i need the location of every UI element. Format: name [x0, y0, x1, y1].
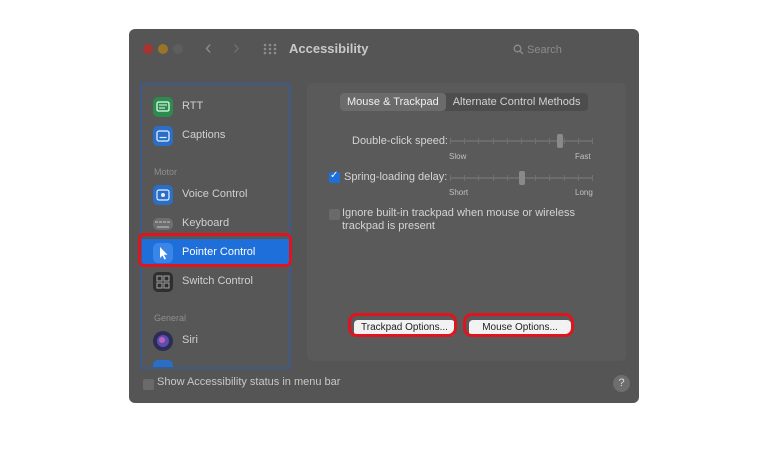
shortcut-icon [153, 360, 173, 367]
trackpad-options-button[interactable]: Trackpad Options... [354, 320, 455, 336]
double-click-min-label: Slow [449, 152, 467, 161]
slider-tick [464, 175, 465, 181]
sidebar-section-general: General [154, 313, 187, 323]
slider-tick [507, 175, 508, 181]
sidebar-item-label: Switch Control [182, 275, 253, 287]
sidebar-item-label: Voice Control [182, 188, 248, 200]
sidebar-item-label: Siri [182, 334, 198, 346]
show-status-label: Show Accessibility status in menu bar [157, 376, 341, 388]
ignore-trackpad-label-line2: trackpad is present [342, 220, 435, 232]
sidebar[interactable]: RTT Captions Motor Voice Control Keyboar… [140, 83, 291, 369]
slider-tick [592, 138, 593, 144]
slider-knob[interactable] [519, 171, 525, 185]
slider-tick [450, 138, 451, 144]
sidebar-item-label: Pointer Control [182, 246, 256, 258]
spring-loading-slider[interactable] [450, 171, 593, 185]
keyboard-icon [153, 218, 173, 230]
spring-loading-min-label: Short [449, 188, 469, 197]
rtt-icon [153, 97, 173, 117]
accessibility-window: ‹ › Accessibility Search RTT Captions Mo… [129, 29, 639, 403]
double-click-max-label: Fast [575, 152, 591, 161]
tab-control[interactable]: Mouse & Trackpad Alternate Control Metho… [340, 93, 588, 111]
window-title: Accessibility [289, 41, 369, 56]
slider-tick [507, 138, 508, 144]
sidebar-item-voice-control[interactable]: Voice Control [142, 181, 289, 209]
close-window-button[interactable] [143, 44, 153, 54]
mouse-options-button[interactable]: Mouse Options... [469, 320, 571, 336]
slider-knob[interactable] [557, 134, 563, 148]
tab-mouse-trackpad[interactable]: Mouse & Trackpad [340, 93, 446, 111]
slider-tick [493, 175, 494, 181]
search-input[interactable] [527, 41, 615, 58]
sidebar-item-label: Captions [182, 129, 226, 141]
search-field[interactable] [509, 40, 619, 59]
spring-loading-max-label: Long [575, 188, 593, 197]
slider-tick [521, 138, 522, 144]
ignore-trackpad-checkbox[interactable] [329, 209, 340, 220]
sidebar-item-siri[interactable]: Siri [142, 327, 289, 355]
slider-tick [535, 175, 536, 181]
slider-tick [549, 138, 550, 144]
tab-alternate-control-methods[interactable]: Alternate Control Methods [446, 93, 588, 111]
search-icon [513, 42, 524, 60]
slider-tick [493, 138, 494, 144]
slider-tick [578, 138, 579, 144]
double-click-speed-slider[interactable] [450, 134, 593, 148]
sidebar-item-keyboard[interactable]: Keyboard [142, 210, 289, 238]
slider-tick [450, 175, 451, 181]
sidebar-item-label: Keyboard [182, 217, 230, 229]
sidebar-item-label: RTT [182, 100, 204, 112]
help-button[interactable]: ? [613, 375, 630, 392]
sidebar-item-switch-control[interactable]: Switch Control [142, 268, 289, 296]
sidebar-item-rtt[interactable]: RTT [142, 93, 289, 121]
title-bar: ‹ › Accessibility [129, 29, 639, 69]
spring-loading-label: Spring-loading delay: [344, 171, 448, 183]
siri-icon [153, 331, 173, 351]
slider-tick [564, 175, 565, 181]
voice-control-icon [153, 185, 173, 205]
zoom-window-button[interactable] [173, 44, 183, 54]
captions-icon [153, 126, 173, 146]
slider-tick [549, 175, 550, 181]
slider-tick [535, 138, 536, 144]
forward-button[interactable]: › [233, 38, 240, 58]
slider-tick [578, 175, 579, 181]
spring-loading-checkbox[interactable] [329, 170, 340, 183]
pointer-icon [153, 243, 173, 263]
minimize-window-button[interactable] [158, 44, 168, 54]
slider-tick [564, 138, 565, 144]
slider-tick [478, 138, 479, 144]
settings-pane: Mouse & Trackpad Alternate Control Metho… [307, 83, 626, 361]
slider-tick [592, 175, 593, 181]
sidebar-item-captions[interactable]: Captions [142, 122, 289, 150]
slider-tick [478, 175, 479, 181]
slider-tick [464, 138, 465, 144]
show-status-checkbox[interactable] [143, 379, 154, 390]
show-all-grid-icon[interactable] [263, 43, 277, 55]
ignore-trackpad-label-line1: Ignore built-in trackpad when mouse or w… [342, 207, 575, 219]
sidebar-item-partial[interactable] [142, 356, 289, 367]
double-click-speed-label: Double-click speed: [352, 135, 448, 147]
sidebar-item-pointer-control[interactable]: Pointer Control [142, 239, 289, 267]
back-button[interactable]: ‹ [205, 38, 212, 58]
sidebar-section-motor: Motor [154, 167, 178, 177]
switch-control-icon [153, 272, 173, 292]
